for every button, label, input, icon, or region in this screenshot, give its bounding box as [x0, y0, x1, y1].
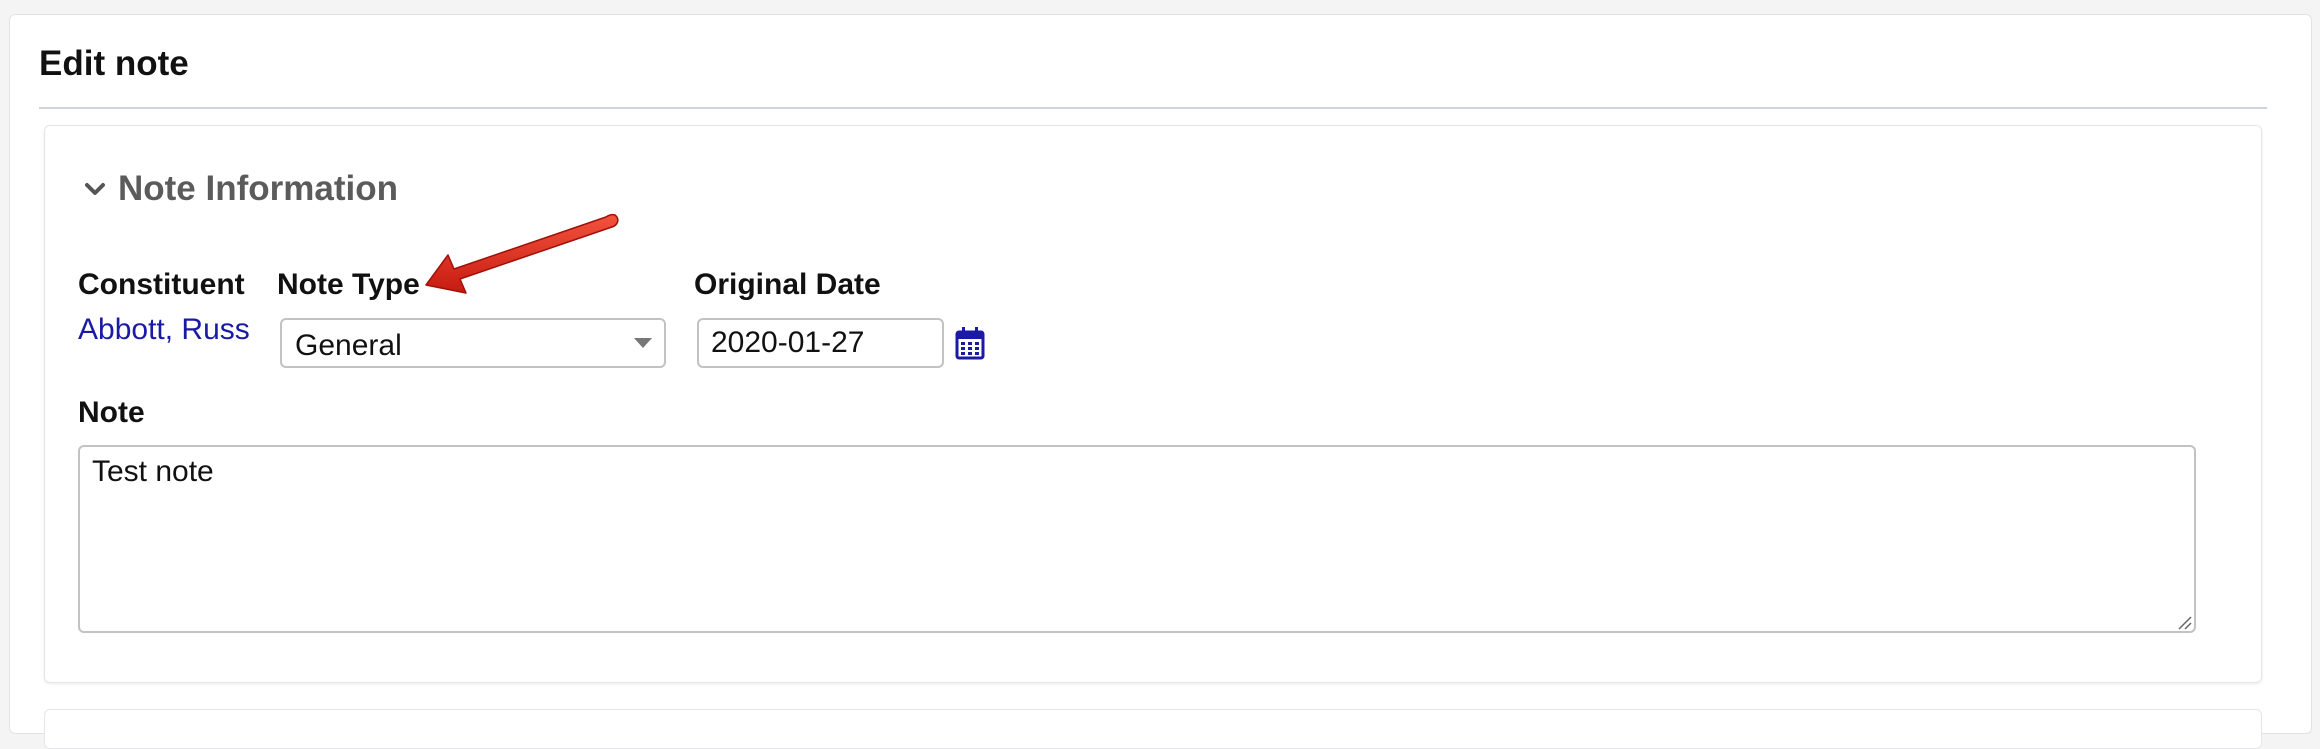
chevron-down-icon	[85, 183, 105, 195]
title-divider	[39, 107, 2267, 109]
note-label: Note	[78, 396, 145, 429]
calendar-icon[interactable]	[955, 326, 985, 360]
note-type-select[interactable]: General	[280, 318, 666, 368]
note-information-section: Note Information Constituent Abbott, Rus…	[44, 125, 2262, 683]
next-section	[44, 709, 2262, 749]
constituent-link[interactable]: Abbott, Russ	[78, 313, 250, 347]
note-type-selected-value: General	[295, 329, 402, 362]
original-date-input[interactable]	[697, 318, 944, 368]
page-title: Edit note	[39, 44, 189, 83]
resize-handle-icon[interactable]	[2176, 614, 2192, 630]
section-title: Note Information	[118, 169, 398, 208]
constituent-label: Constituent	[78, 268, 245, 301]
caret-down-icon	[634, 338, 652, 348]
section-toggle[interactable]: Note Information	[80, 169, 398, 209]
note-type-label: Note Type	[277, 268, 420, 301]
note-textarea[interactable]: Test note	[78, 445, 2196, 633]
original-date-label: Original Date	[694, 268, 881, 301]
